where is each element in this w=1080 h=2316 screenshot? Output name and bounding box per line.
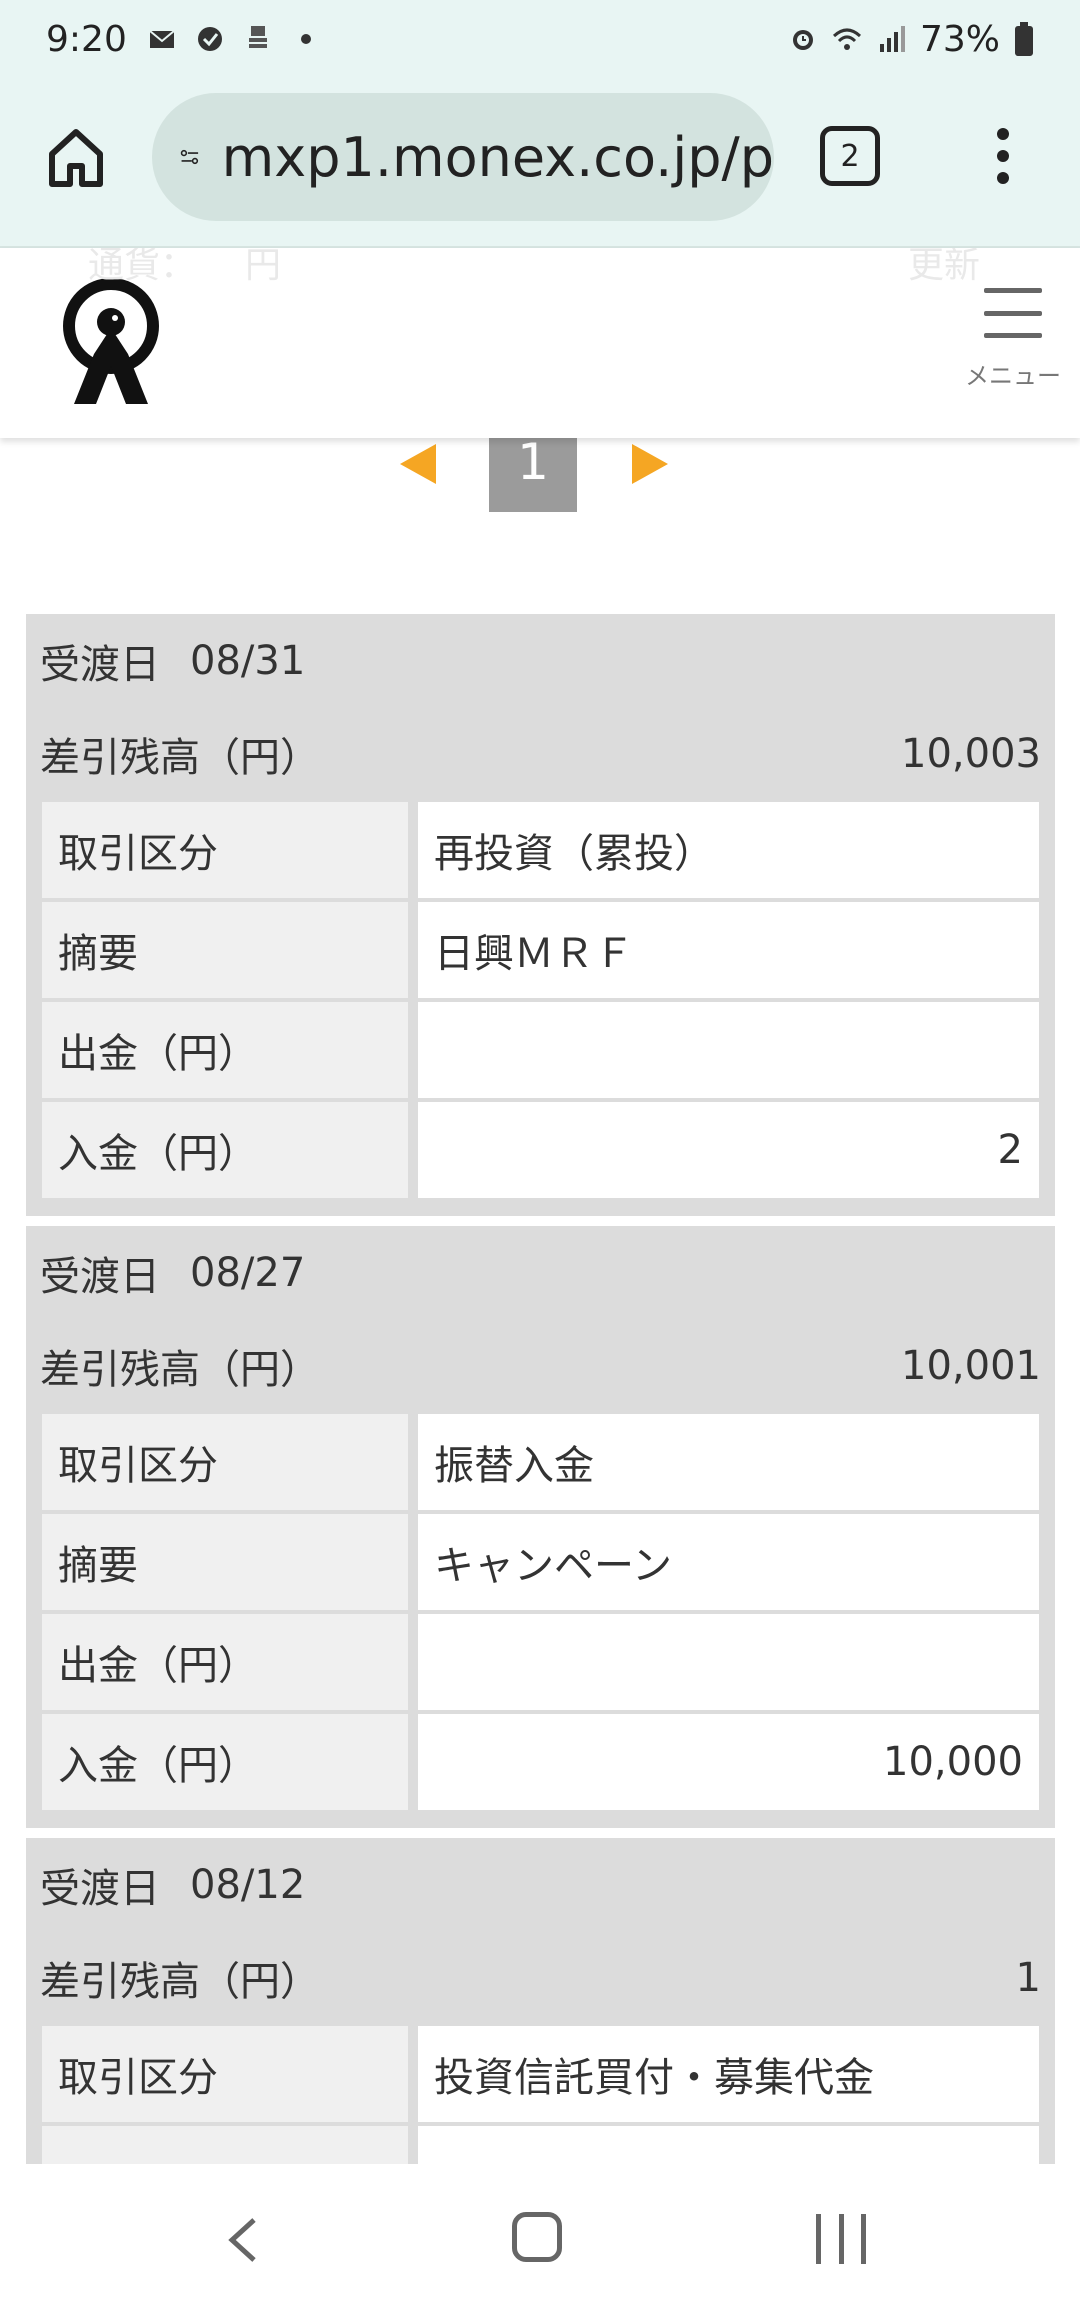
row-value: 10,000 (416, 1712, 1041, 1812)
transaction-list: 受渡日 08/31 差引残高（円） 10,003 取引区分 再投資（累投） 摘要… (26, 614, 1055, 2250)
back-icon[interactable] (222, 2216, 262, 2264)
scrolled-filter-row: 通貨： 円 更新 (0, 248, 1080, 298)
home-icon[interactable] (46, 126, 106, 188)
app-notification-icon (197, 27, 222, 51)
date-label: 受渡日 (40, 1866, 160, 1912)
previous-page-icon[interactable] (400, 444, 436, 484)
site-settings-icon[interactable] (180, 137, 200, 177)
mail-notification-icon (149, 30, 175, 48)
more-options-icon[interactable] (993, 126, 1013, 186)
row-value: 日興ＭＲＦ (416, 900, 1041, 1000)
row-value (416, 1612, 1041, 1712)
record-date-row: 受渡日 08/31 (40, 614, 1041, 708)
date-label: 受渡日 (40, 642, 160, 688)
record-row: 取引区分 再投資（累投） (40, 800, 1041, 900)
url-text[interactable]: mxp1.monex.co.jp/p (222, 126, 774, 189)
row-label: 入金（円） (40, 1712, 410, 1812)
system-navigation-bar (0, 2164, 1080, 2316)
date-value: 08/12 (190, 1862, 306, 1908)
record-date-row: 受渡日 08/12 (40, 1838, 1041, 1932)
battery-icon (1015, 22, 1033, 56)
browser-toolbar: mxp1.monex.co.jp/p 2 (0, 78, 1080, 248)
row-label: 入金（円） (40, 1100, 410, 1200)
record-row: 摘要 キャンペーン (40, 1512, 1041, 1612)
record-row: 取引区分 投資信託買付・募集代金 (40, 2024, 1041, 2124)
record-balance-row: 差引残高（円） 10,001 (40, 1320, 1041, 1412)
signal-icon (879, 26, 905, 52)
row-label: 出金（円） (40, 1000, 410, 1100)
row-label: 出金（円） (40, 1612, 410, 1712)
row-label: 取引区分 (40, 800, 410, 900)
record-row: 出金（円） (40, 1000, 1041, 1100)
status-time: 9:20 (46, 18, 127, 60)
balance-label: 差引残高（円） (40, 735, 320, 781)
address-bar[interactable]: mxp1.monex.co.jp/p (152, 93, 774, 221)
record-row: 入金（円） 2 (40, 1100, 1041, 1200)
row-value: 再投資（累投） (416, 800, 1041, 900)
transaction-record: 受渡日 08/27 差引残高（円） 10,001 取引区分 振替入金 摘要 キャ… (26, 1226, 1055, 1828)
row-label: 取引区分 (40, 1412, 410, 1512)
row-label: 摘要 (40, 1512, 410, 1612)
balance-value: 10,003 (901, 731, 1041, 777)
row-value (416, 1000, 1041, 1100)
notification-icons (147, 24, 321, 54)
menu-label: メニュー (965, 362, 1061, 390)
balance-value: 1 (1015, 1955, 1041, 2001)
alarm-icon (792, 30, 813, 50)
record-row: 入金（円） 10,000 (40, 1712, 1041, 1812)
record-row: 取引区分 振替入金 (40, 1412, 1041, 1512)
ghost-currency-value: 円 (245, 248, 282, 286)
recent-apps-icon[interactable] (816, 2214, 866, 2264)
next-page-icon[interactable] (632, 444, 668, 484)
ghost-update-label: 更新 (908, 248, 981, 286)
row-label: 取引区分 (40, 2024, 410, 2124)
record-balance-row: 差引残高（円） 1 (40, 1932, 1041, 2024)
menu-button[interactable]: メニュー (958, 288, 1068, 391)
status-bar: 9:20 73% (0, 0, 1080, 78)
record-row: 摘要 日興ＭＲＦ (40, 900, 1041, 1000)
status-right: 73% (788, 19, 1034, 60)
wifi-icon (832, 28, 862, 50)
balance-value: 10,001 (901, 1343, 1041, 1389)
record-balance-row: 差引残高（円） 10,003 (40, 708, 1041, 800)
battery-percent: 73% (919, 18, 1000, 60)
record-row: 出金（円） (40, 1612, 1041, 1712)
row-value: 投資信託買付・募集代金 (416, 2024, 1041, 2124)
row-value: キャンペーン (416, 1512, 1041, 1612)
balance-label: 差引残高（円） (40, 1347, 320, 1393)
date-label: 受渡日 (40, 1254, 160, 1300)
row-label: 摘要 (40, 900, 410, 1000)
more-notifications-icon (300, 34, 311, 44)
balance-label: 差引残高（円） (40, 1959, 320, 2005)
date-value: 08/31 (190, 638, 306, 684)
record-date-row: 受渡日 08/27 (40, 1226, 1041, 1320)
row-value: 2 (416, 1100, 1041, 1200)
tab-switcher-button[interactable]: 2 (820, 126, 880, 186)
ghost-currency-label: 通貨： (88, 248, 197, 286)
bank-notification-icon (248, 26, 267, 48)
date-value: 08/27 (190, 1250, 306, 1296)
home-nav-icon[interactable] (512, 2212, 562, 2262)
transaction-record: 受渡日 08/31 差引残高（円） 10,003 取引区分 再投資（累投） 摘要… (26, 614, 1055, 1216)
row-value: 振替入金 (416, 1412, 1041, 1512)
